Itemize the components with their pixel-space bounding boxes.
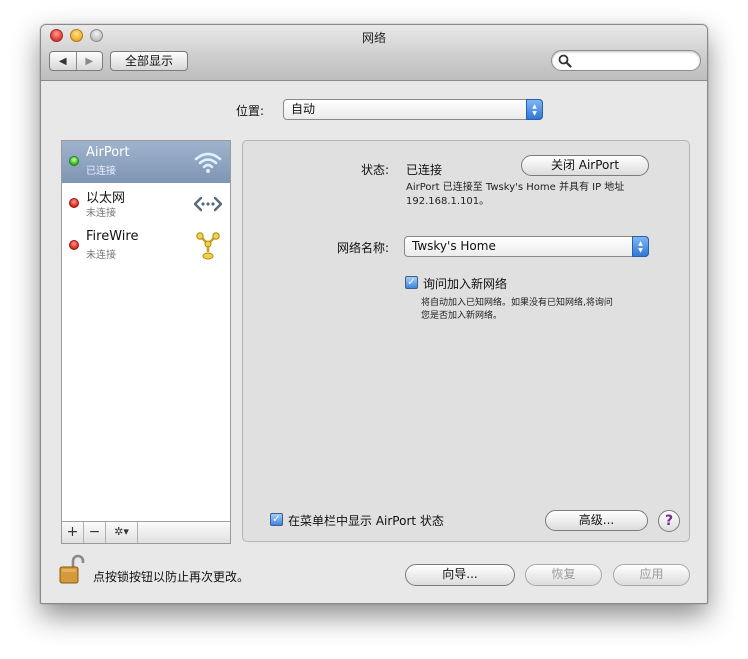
service-name: FireWire — [86, 229, 139, 244]
forward-button[interactable]: ▶ — [75, 52, 103, 70]
ask-join-checkbox[interactable]: ✓ — [405, 276, 418, 289]
lock-icon[interactable] — [59, 553, 85, 585]
ask-join-help-line2: 您是否加入新网络。 — [421, 311, 503, 321]
service-firewire[interactable]: FireWire 未连接 — [62, 225, 230, 267]
back-forward-control: ◀ ▶ — [49, 51, 103, 71]
turn-off-airport-button[interactable]: 关闭 AirPort — [521, 155, 649, 176]
ask-join-help-line1: 将自动加入已知网络。如果没有已知网络,将询问 — [421, 298, 613, 308]
search-field[interactable] — [551, 50, 701, 71]
service-status: 未连接 — [86, 250, 116, 261]
network-name-value: Twsky's Home — [412, 239, 496, 253]
service-ethernet[interactable]: 以太网 未连接 — [62, 183, 230, 225]
connection-description-line1: AirPort 已连接至 Twsky's Home 并具有 IP 地址 — [406, 182, 625, 193]
network-name-popup[interactable]: Twsky's Home ▲ ▼ — [404, 236, 649, 257]
toolbar: 网络 ◀ ▶ 全部显示 — [41, 25, 707, 81]
service-status: 已连接 — [86, 166, 116, 177]
show-menubar-label[interactable]: 在菜单栏中显示 AirPort 状态 — [288, 512, 444, 529]
lock-hint-text: 点按锁按钮以防止再次更改。 — [93, 570, 250, 584]
forward-arrow-icon: ▶ — [85, 55, 94, 67]
network-name-label: 网络名称: — [336, 241, 389, 255]
status-dot-disconnected — [69, 240, 79, 250]
service-status: 未连接 — [86, 208, 116, 219]
apply-button[interactable]: 应用 — [613, 564, 690, 586]
firewire-icon — [196, 232, 220, 260]
search-icon — [558, 54, 572, 68]
ask-join-label[interactable]: 询问加入新网络 — [423, 275, 507, 292]
ethernet-icon — [193, 196, 223, 212]
back-button[interactable]: ◀ — [50, 52, 76, 70]
airport-detail-panel: 状态: 已连接 关闭 AirPort AirPort 已连接至 Twsky's … — [242, 140, 690, 542]
wifi-icon — [194, 152, 222, 173]
window-title: 网络 — [361, 31, 386, 45]
connection-description-line2: 192.168.1.101。 — [406, 196, 490, 207]
show-all-button[interactable]: 全部显示 — [110, 51, 188, 71]
action-gear-button[interactable]: ✲▾ — [106, 522, 138, 543]
status-dot-disconnected — [69, 198, 79, 208]
help-button[interactable]: ? — [658, 510, 680, 532]
status-value: 已连接 — [406, 163, 443, 177]
popup-arrows-icon: ▲ ▼ — [632, 236, 649, 257]
service-list: AirPort 已连接 以太网 未连接 FireWire 未连接 + − ✲▾ — [61, 140, 231, 544]
location-value: 自动 — [291, 102, 316, 116]
service-airport[interactable]: AirPort 已连接 — [62, 141, 230, 183]
status-label: 状态: — [360, 163, 389, 177]
location-label: 位置: — [236, 104, 265, 118]
advanced-button[interactable]: 高级... — [545, 510, 648, 531]
service-list-controls: + − ✲▾ — [62, 521, 230, 543]
remove-service-button[interactable]: − — [84, 522, 106, 543]
status-dot-connected — [69, 156, 79, 166]
location-popup[interactable]: 自动 ▲ ▼ — [283, 99, 543, 120]
back-arrow-icon: ◀ — [58, 55, 67, 67]
assistant-button[interactable]: 向导... — [405, 564, 515, 586]
popup-arrows-icon: ▲ ▼ — [526, 99, 543, 120]
network-preferences-window: 网络 ◀ ▶ 全部显示 位置: 自动 ▲ ▼ AirPort 已连接 以太网 未… — [40, 24, 708, 604]
revert-button[interactable]: 恢复 — [525, 564, 602, 586]
show-menubar-checkbox[interactable]: ✓ — [270, 513, 283, 526]
add-service-button[interactable]: + — [62, 522, 84, 543]
service-name: AirPort — [86, 145, 130, 160]
